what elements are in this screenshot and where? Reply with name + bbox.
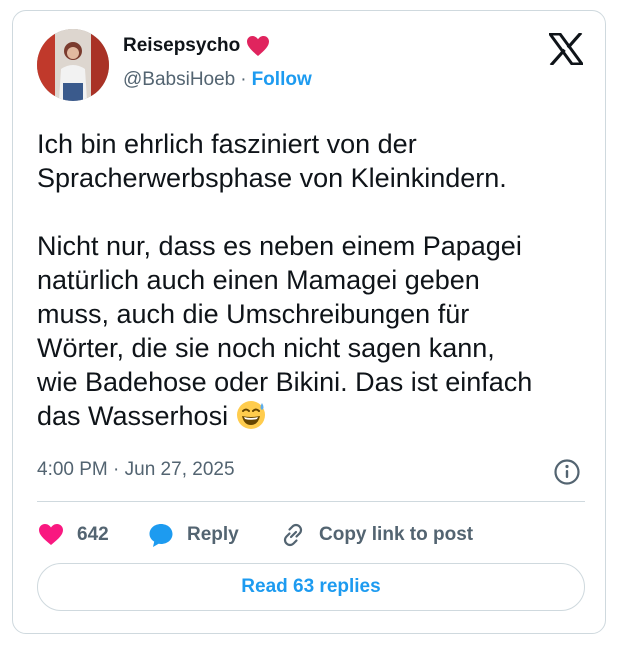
reply-label: Reply (187, 524, 239, 545)
heart-icon (39, 524, 63, 545)
post-timestamp[interactable]: 4:00 PM · Jun 27, 2025 (37, 459, 235, 481)
link-icon (283, 523, 303, 547)
author-handle[interactable]: @BabsiHoeb (123, 69, 235, 91)
author-name-row: Reisepsycho (123, 35, 270, 57)
read-replies-button[interactable]: Read 63 replies (37, 563, 585, 611)
post-body: Ich bin ehrlich fasziniert von der Sprac… (37, 129, 533, 431)
avatar-image (37, 29, 109, 101)
action-bar: 642 Reply Copy link to post (37, 519, 473, 551)
x-logo-icon[interactable] (549, 33, 583, 65)
read-replies-label: Read 63 replies (241, 576, 381, 597)
reply-button[interactable]: Reply (147, 521, 279, 549)
copy-link-label: Copy link to post (319, 524, 474, 545)
red-heart-icon (247, 36, 270, 56)
avatar[interactable] (37, 29, 109, 101)
divider (37, 501, 585, 502)
copy-link-button[interactable]: Copy link to post (279, 521, 473, 549)
like-button[interactable]: 642 (37, 521, 147, 549)
tweet-card: Reisepsycho @BabsiHoeb · Follow Ich bin … (12, 10, 606, 634)
post-text: Ich bin ehrlich fasziniert von der Sprac… (37, 127, 597, 433)
info-icon[interactable] (553, 458, 581, 486)
follow-button[interactable]: Follow (252, 69, 312, 91)
like-count: 642 (77, 524, 109, 545)
author-handle-row: @BabsiHoeb · Follow (123, 69, 312, 91)
author-display-name[interactable]: Reisepsycho (123, 35, 240, 57)
speech-bubble-icon (149, 524, 173, 547)
separator-dot: · (240, 69, 247, 90)
grinning-sweat-emoji-icon (236, 401, 265, 429)
